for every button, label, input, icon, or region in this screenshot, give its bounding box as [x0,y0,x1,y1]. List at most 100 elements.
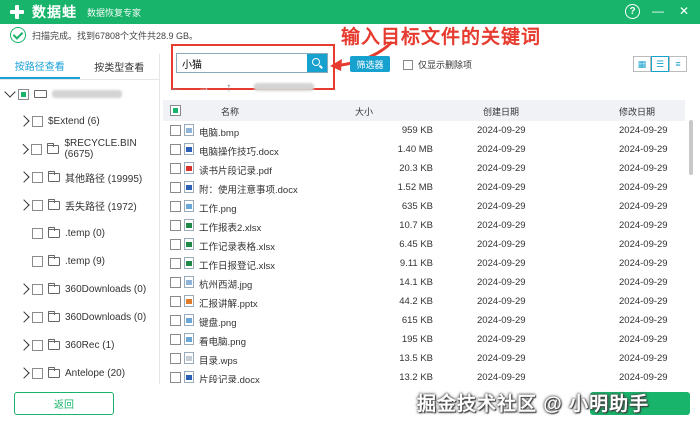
file-name: 电脑.bmp [199,128,240,139]
table-row[interactable]: 读书片段记录.pdf 20.3 KB 2024-09-29 2024-09-29 [163,159,685,178]
tree-checkbox[interactable] [32,311,43,323]
search-button[interactable] [307,54,327,72]
back-button[interactable]: 返回 [14,392,114,415]
tree-checkbox[interactable] [32,227,43,239]
excel-file-icon [184,257,194,269]
row-checkbox[interactable] [170,182,181,193]
image-file-icon [184,276,194,288]
chevron-right-icon[interactable] [18,283,30,295]
show-deleted-toggle[interactable]: 仅显示删除项 [403,58,472,71]
drive-icon [34,90,47,98]
folder-icon [47,142,60,154]
view-mode-switch: ▦ ☰ ≡ [633,56,687,72]
tab-by-type[interactable]: 按类型查看 [80,54,160,79]
table-row[interactable]: 片段记录.docx 13.2 KB 2024-09-29 2024-09-29 [163,368,685,383]
tree-item[interactable]: 360Rec (1) [0,335,160,355]
tree-item[interactable]: 360Downloads (0) [0,279,160,299]
tree-item[interactable]: .temp (0) [0,223,160,243]
table-row[interactable]: 电脑操作技巧.docx 1.40 MB 2024-09-29 2024-09-29 [163,140,685,159]
scan-status-text: 扫描完成。找到67808个文件共28.9 GB。 [32,30,199,41]
row-checkbox[interactable] [170,144,181,155]
chevron-right-icon[interactable] [18,199,30,211]
nav-up-icon[interactable]: ↑ [226,80,232,94]
tree-checkbox[interactable] [31,143,43,155]
table-row[interactable]: 汇报讲解.pptx 44.2 KB 2024-09-29 2024-09-29 [163,292,685,311]
tab-by-path[interactable]: 按路径查看 [0,54,80,79]
tree-item[interactable]: 丢失路径 (1972) [0,195,160,215]
table-row[interactable]: 附：使用注意事项.docx 1.52 MB 2024-09-29 2024-09-29 [163,178,685,197]
table-row[interactable]: 工作报表2.xlsx 10.7 KB 2024-09-29 2024-09-29 [163,216,685,235]
tree-checkbox[interactable] [32,339,43,351]
tree-item[interactable]: Antelope (20) [0,363,160,383]
image-file-icon [184,314,194,326]
table-row[interactable]: 键盘.png 615 KB 2024-09-29 2024-09-29 [163,311,685,330]
modified-date: 2024-09-29 [619,220,668,231]
scrollbar-thumb[interactable] [689,120,693,175]
show-deleted-checkbox[interactable] [403,59,413,70]
app-name: 数据蛙 [32,4,77,20]
row-checkbox[interactable] [170,277,181,288]
tree-checkbox[interactable] [32,283,43,295]
chevron-right-icon[interactable] [18,115,30,127]
tree-item[interactable]: $RECYCLE.BIN (6675) [0,138,160,160]
file-name: 看电脑.png [199,337,246,348]
table-row[interactable]: 杭州西湖.jpg 14.1 KB 2024-09-29 2024-09-29 [163,273,685,292]
list-view-icon[interactable]: ☰ [651,56,669,72]
vertical-scrollbar[interactable] [686,100,696,390]
row-checkbox[interactable] [170,125,181,136]
row-checkbox[interactable] [170,353,181,364]
select-all-checkbox[interactable] [170,105,181,116]
row-checkbox[interactable] [170,201,181,212]
help-icon[interactable]: ? [625,3,640,19]
detail-view-icon[interactable]: ≡ [669,56,687,72]
row-checkbox[interactable] [170,258,181,269]
row-checkbox[interactable] [170,334,181,345]
tree-checkbox[interactable] [18,88,29,100]
table-row[interactable]: 工作.png 635 KB 2024-09-29 2024-09-29 [163,197,685,216]
chevron-down-icon[interactable] [4,86,16,98]
nav-back-icon[interactable]: ← [170,80,182,94]
row-checkbox[interactable] [170,315,181,326]
tree-checkbox[interactable] [32,199,43,211]
row-checkbox[interactable] [170,296,181,307]
chevron-right-icon[interactable] [18,171,30,183]
column-header-modified[interactable]: 修改日期 [619,105,655,118]
tree-checkbox[interactable] [32,367,43,379]
app-logo: 数据蛙 数据恢复专家 [8,2,141,22]
row-checkbox[interactable] [170,220,181,231]
table-row[interactable]: 工作日报登记.xlsx 9.11 KB 2024-09-29 2024-09-29 [163,254,685,273]
grid-view-icon[interactable]: ▦ [633,56,651,72]
column-header-size[interactable]: 大小 [355,105,373,118]
row-checkbox[interactable] [170,239,181,250]
table-row[interactable]: 目录.wps 13.5 KB 2024-09-29 2024-09-29 [163,349,685,368]
row-checkbox[interactable] [170,163,181,174]
tree-item-drive[interactable] [0,84,160,104]
tree-checkbox[interactable] [32,115,43,127]
table-row[interactable]: 工作记录表格.xlsx 6.45 KB 2024-09-29 2024-09-29 [163,235,685,254]
chevron-right-icon[interactable] [18,143,30,155]
file-name: 工作.png [199,204,237,215]
search-input[interactable] [177,54,307,72]
tree-checkbox[interactable] [32,171,43,183]
close-icon[interactable]: ✕ [676,3,692,19]
created-date: 2024-09-29 [477,353,526,364]
tree-checkbox[interactable] [32,255,43,267]
row-checkbox[interactable] [170,372,181,383]
table-row[interactable]: 看电脑.png 195 KB 2024-09-29 2024-09-29 [163,330,685,349]
chevron-right-icon[interactable] [18,367,30,379]
modified-date: 2024-09-29 [619,182,668,193]
tree-item[interactable]: .temp (9) [0,251,160,271]
tree-item[interactable]: 360Downloads (0) [0,307,160,327]
minimize-icon[interactable]: — [650,3,666,19]
filter-button[interactable]: 筛选器 [350,56,390,72]
tree-item[interactable]: $Extend (6) [0,111,160,131]
tree-item[interactable]: 其他路径 (19995) [0,167,160,187]
chevron-right-icon[interactable] [18,339,30,351]
left-panel: 按路径查看 按类型查看 $Extend (6) $RECYCLE.BIN (66… [0,54,160,384]
table-row[interactable]: 电脑.bmp 959 KB 2024-09-29 2024-09-29 [163,121,685,140]
column-header-name[interactable]: 名称 [221,105,239,118]
column-header-created[interactable]: 创建日期 [483,105,519,118]
modified-date: 2024-09-29 [619,334,668,345]
chevron-right-icon[interactable] [18,311,30,323]
nav-forward-icon[interactable]: → [198,80,210,94]
